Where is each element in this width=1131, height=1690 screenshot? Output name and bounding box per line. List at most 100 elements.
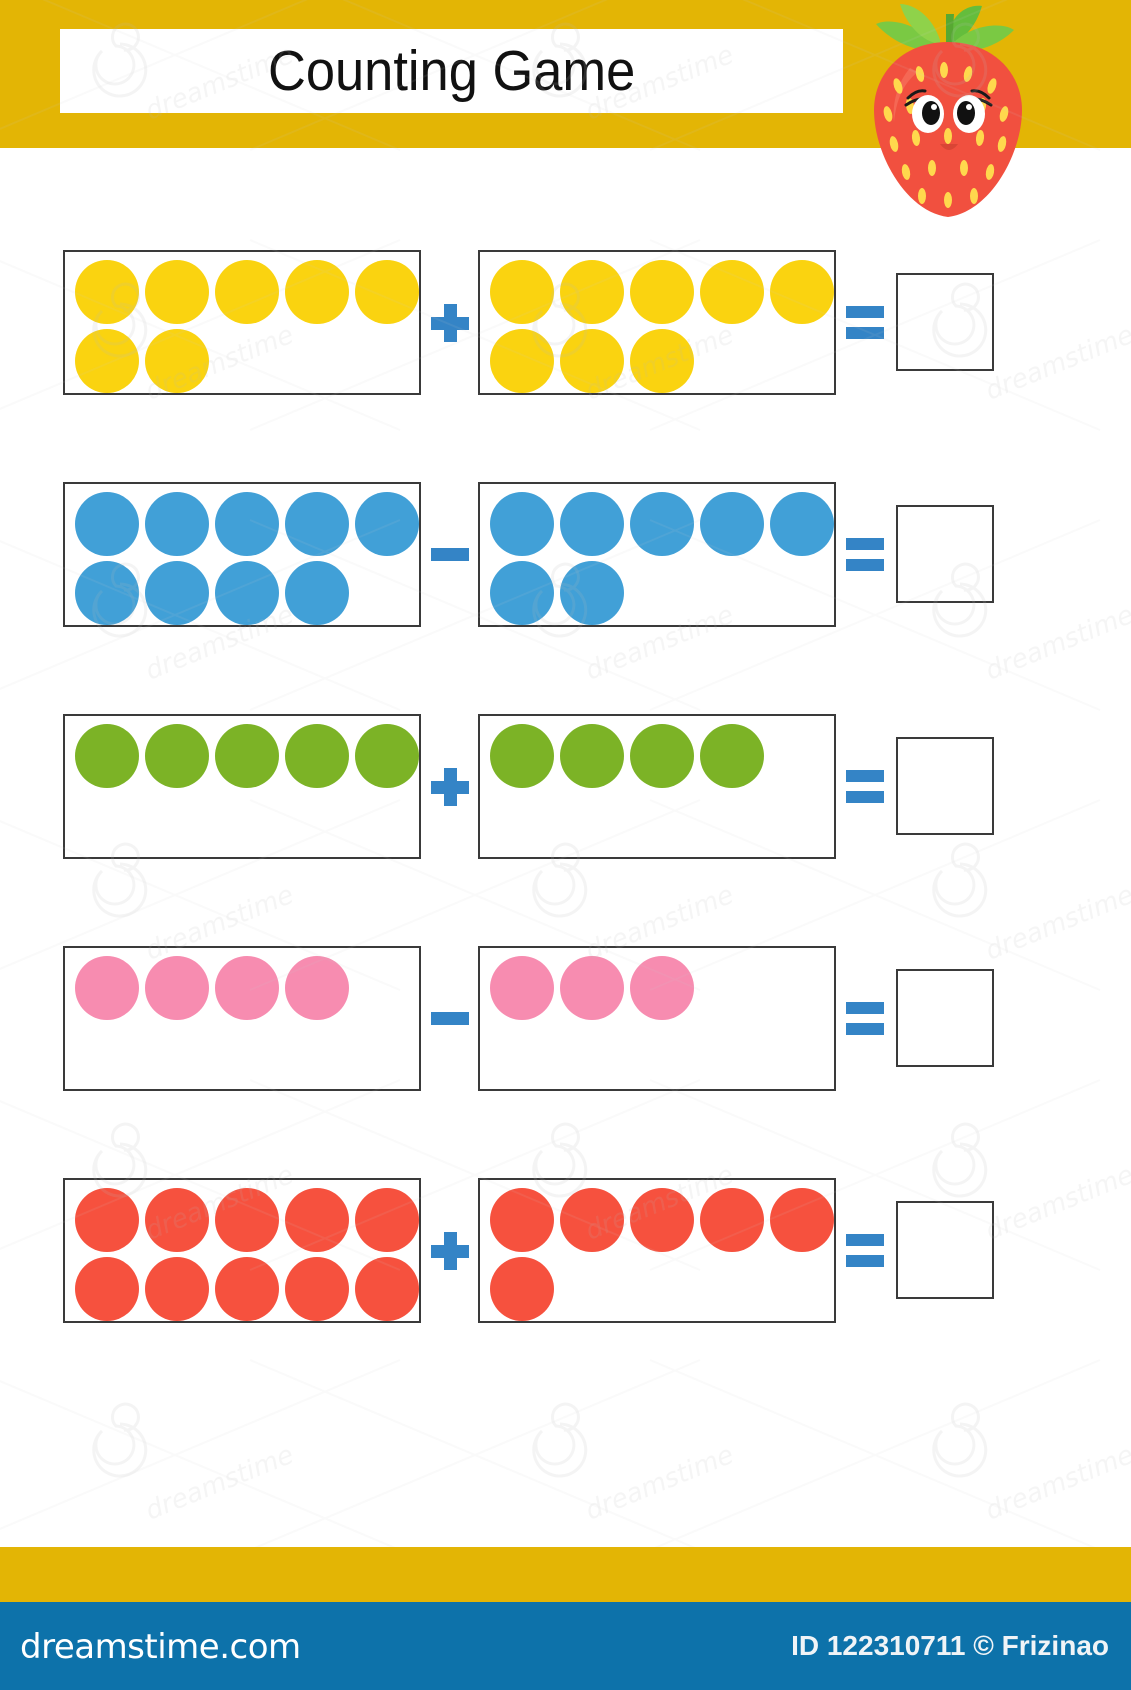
problem-row	[0, 1178, 1131, 1328]
strawberry-icon	[862, 2, 1034, 220]
counter-dot	[285, 260, 349, 324]
counter-dot	[145, 724, 209, 788]
counter-dot	[355, 260, 419, 324]
answer-box[interactable]	[896, 1201, 994, 1299]
counter-dot	[215, 956, 279, 1020]
equals-bar-top	[846, 1002, 884, 1014]
counter-dot	[560, 1188, 624, 1252]
equals-sign	[843, 1178, 887, 1323]
counter-dot	[630, 492, 694, 556]
operator-minus	[421, 482, 478, 627]
problem-row	[0, 714, 1131, 864]
group-box-left	[63, 1178, 421, 1323]
counter-dot	[215, 561, 279, 625]
plus-icon	[430, 303, 469, 342]
counter-dot	[630, 329, 694, 393]
counter-dot	[355, 1257, 419, 1321]
group-box-left	[63, 482, 421, 627]
counter-dot	[700, 724, 764, 788]
dots-grid-right	[490, 1188, 834, 1321]
dots-line	[490, 492, 834, 556]
svg-text:dreamstime: dreamstime	[581, 1440, 738, 1527]
counter-dot	[700, 1188, 764, 1252]
operator-plus	[421, 714, 478, 859]
page-title: Counting Game	[267, 39, 636, 103]
dots-grid-left	[75, 724, 419, 851]
counter-dot	[490, 561, 554, 625]
dots-grid-right	[490, 956, 828, 1083]
minus-icon	[430, 1012, 469, 1025]
counter-dot	[75, 329, 139, 393]
answer-box[interactable]	[896, 737, 994, 835]
counter-dot	[145, 1257, 209, 1321]
group-box-right	[478, 482, 836, 627]
counter-dot	[145, 956, 209, 1020]
counter-dot	[490, 1257, 554, 1321]
counter-dot	[355, 492, 419, 556]
equals-bar-bottom	[846, 559, 884, 571]
dots-line	[75, 492, 419, 556]
dots-line	[490, 956, 828, 1020]
dots-grid-right	[490, 260, 834, 393]
counter-dot	[770, 492, 834, 556]
counter-dot	[145, 492, 209, 556]
problem-row	[0, 482, 1131, 632]
counter-dot	[75, 724, 139, 788]
counter-dot	[215, 492, 279, 556]
counter-dot	[770, 260, 834, 324]
dots-line	[75, 1257, 419, 1321]
dots-grid-left	[75, 956, 413, 1083]
dots-line	[490, 724, 828, 788]
counter-dot	[215, 724, 279, 788]
counter-dot	[355, 1188, 419, 1252]
dots-line	[75, 724, 419, 788]
equals-sign	[843, 250, 887, 395]
counter-dot	[75, 1188, 139, 1252]
dots-grid-left	[75, 1188, 419, 1321]
dots-grid-right	[490, 724, 828, 851]
counter-dot	[75, 492, 139, 556]
equals-sign	[843, 482, 887, 627]
plus-icon	[430, 1231, 469, 1270]
counter-dot	[145, 561, 209, 625]
equals-bar-bottom	[846, 791, 884, 803]
counter-dot	[145, 329, 209, 393]
equals-bar-bottom	[846, 327, 884, 339]
group-box-left	[63, 250, 421, 395]
counter-dot	[630, 1188, 694, 1252]
counter-dot	[355, 724, 419, 788]
counter-dot	[215, 1257, 279, 1321]
dots-line	[490, 1257, 828, 1321]
equals-bar-top	[846, 770, 884, 782]
plus-icon	[430, 767, 469, 806]
answer-box[interactable]	[896, 969, 994, 1067]
equals-sign	[843, 946, 887, 1091]
operator-plus	[421, 250, 478, 395]
counter-dot	[630, 724, 694, 788]
counter-dot	[285, 1257, 349, 1321]
counter-dot	[75, 956, 139, 1020]
dots-line	[490, 1188, 834, 1252]
counter-dot	[700, 492, 764, 556]
counter-dot	[770, 1188, 834, 1252]
problem-row	[0, 946, 1131, 1096]
counter-dot	[560, 260, 624, 324]
dots-line	[490, 329, 828, 393]
counter-dot	[215, 260, 279, 324]
dots-grid-left	[75, 260, 419, 393]
group-box-right	[478, 714, 836, 859]
operator-plus	[421, 1178, 478, 1323]
svg-text:dreamstime: dreamstime	[141, 1440, 298, 1527]
dots-line	[490, 260, 834, 324]
counter-dot	[490, 492, 554, 556]
dreamstime-logo[interactable]: dreamstime.com	[20, 1627, 301, 1667]
counter-dot	[560, 492, 624, 556]
answer-box[interactable]	[896, 273, 994, 371]
answer-box[interactable]	[896, 505, 994, 603]
counter-dot	[145, 1188, 209, 1252]
group-box-right	[478, 1178, 836, 1323]
counter-dot	[700, 260, 764, 324]
counter-dot	[560, 724, 624, 788]
counter-dot	[630, 260, 694, 324]
title-box: Counting Game	[60, 29, 843, 113]
